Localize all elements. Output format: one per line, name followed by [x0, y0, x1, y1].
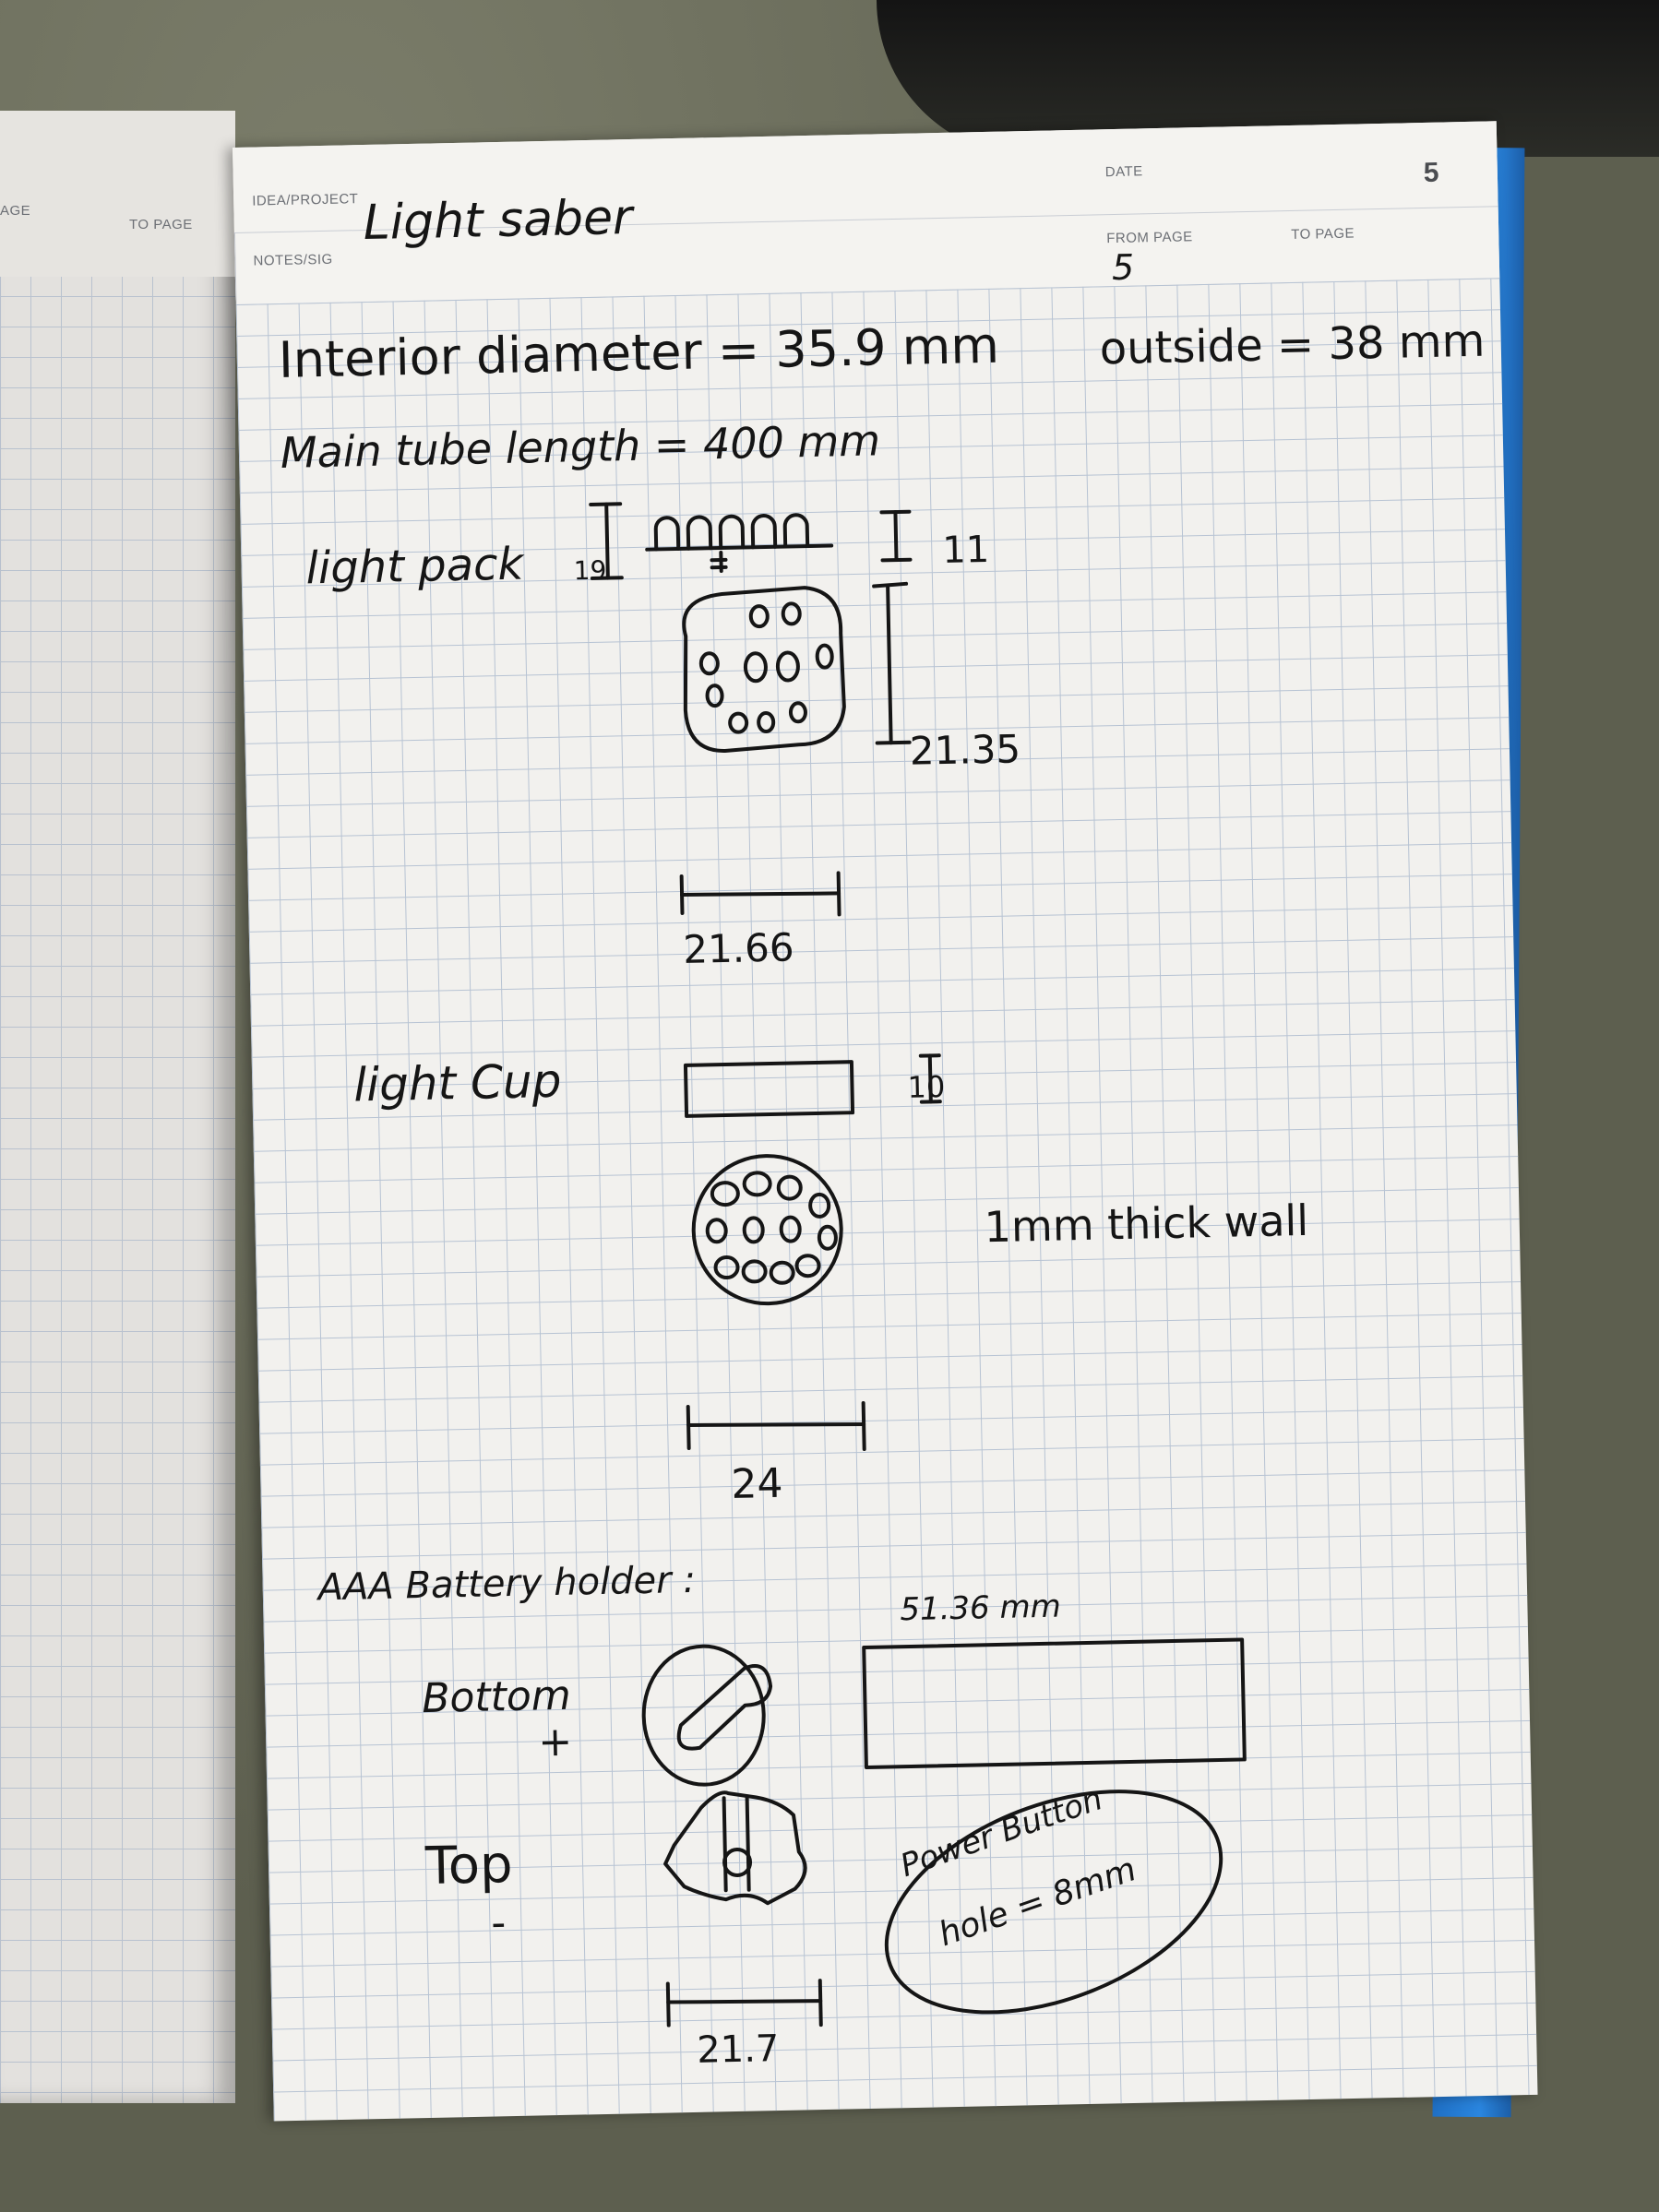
left-to-page-label: TO PAGE [129, 217, 193, 232]
light-pack-height-bar-right [879, 509, 913, 563]
power-button-callout [884, 1790, 1223, 2015]
holder-width-bar [665, 1979, 823, 2028]
light-cup-height-bar [918, 1053, 942, 1104]
battery-holder-bottom-view [641, 1644, 773, 1787]
light-cup-side-profile [683, 1060, 855, 1118]
light-pack-side-profile [645, 513, 834, 574]
sketches [589, 502, 1247, 2028]
left-page-header: AGE TO PAGE [0, 111, 235, 277]
left-page [0, 111, 235, 2103]
light-pack-top-view [682, 586, 846, 753]
light-cup-top-view [691, 1154, 843, 1306]
light-pack-height-bar-left [589, 502, 624, 580]
light-pack-width-bar [679, 871, 841, 917]
light-pack-side-bar [872, 581, 912, 745]
left-page-label: AGE [0, 203, 31, 219]
battery-holder-side-profile [862, 1637, 1247, 1769]
battery-holder-top-view [663, 1790, 807, 1906]
notebook-page: IDEA/PROJECT NOTES/SIG Light saber DATE … [233, 121, 1538, 2122]
light-cup-width-bar [686, 1400, 866, 1451]
